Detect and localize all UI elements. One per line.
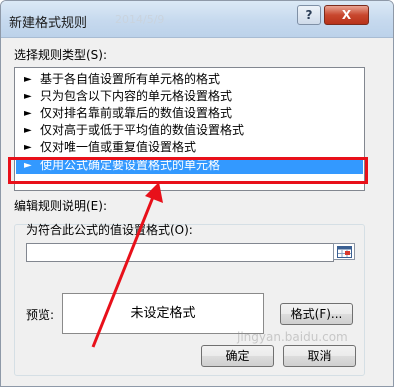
rule-type-item-label: 仅对高于或低于平均值的数值设置格式 <box>40 123 245 137</box>
rule-type-item[interactable]: ► 仅对高于或低于平均值的数值设置格式 <box>16 122 363 139</box>
preview-label: 预览: <box>26 308 55 322</box>
rule-type-item[interactable]: ► 仅对排名靠前或靠后的数值设置格式 <box>16 105 363 122</box>
dialog-title: 新建格式规则 <box>9 16 88 31</box>
bullet-icon: ► <box>24 91 32 102</box>
range-select-icon <box>337 246 352 258</box>
title-bar: 新建格式规则 2014/5/9 ? X <box>1 1 393 38</box>
rule-description-label: 编辑规则说明(E): <box>14 199 107 213</box>
watermark-text: jingyan.baidu.com <box>237 330 348 344</box>
title-ghost-text: 2014/5/9 <box>115 13 165 26</box>
rule-type-item-label: 基于各自值设置所有单元格的格式 <box>40 72 221 86</box>
annotation-highlight-box <box>8 157 368 184</box>
bullet-icon: ► <box>24 74 32 85</box>
formula-label: 为符合此公式的值设置格式(O): <box>26 223 193 237</box>
format-preview: 未设定格式 <box>62 293 264 334</box>
close-button[interactable]: X <box>324 5 369 25</box>
rule-type-item-label: 仅对排名靠前或靠后的数值设置格式 <box>40 106 233 120</box>
bullet-icon: ► <box>24 108 32 119</box>
dialog-body: 选择规则类型(S): ► 基于各自值设置所有单元格的格式 ► 只为包含以下内容的… <box>1 38 393 386</box>
bullet-icon: ► <box>24 142 32 153</box>
rule-type-item-label: 只为包含以下内容的单元格设置格式 <box>40 89 233 103</box>
new-format-rule-dialog: 新建格式规则 2014/5/9 ? X 选择规则类型(S): ► 基于各自值设置… <box>0 0 394 387</box>
bullet-icon: ► <box>24 125 32 136</box>
formula-input[interactable] <box>26 243 334 262</box>
rule-type-item[interactable]: ► 基于各自值设置所有单元格的格式 <box>16 71 363 88</box>
ok-button[interactable]: 确定 <box>201 345 274 367</box>
range-select-button[interactable] <box>333 243 355 260</box>
rule-type-item[interactable]: ► 只为包含以下内容的单元格设置格式 <box>16 88 363 105</box>
help-button[interactable]: ? <box>297 5 321 25</box>
rule-type-item[interactable]: ► 仅对唯一值或重复值设置格式 <box>16 139 363 156</box>
cancel-button[interactable]: 取消 <box>283 345 356 367</box>
format-button[interactable]: 格式(F)... <box>280 303 353 325</box>
rule-type-item-label: 仅对唯一值或重复值设置格式 <box>40 140 197 154</box>
rule-type-label: 选择规则类型(S): <box>14 48 108 62</box>
